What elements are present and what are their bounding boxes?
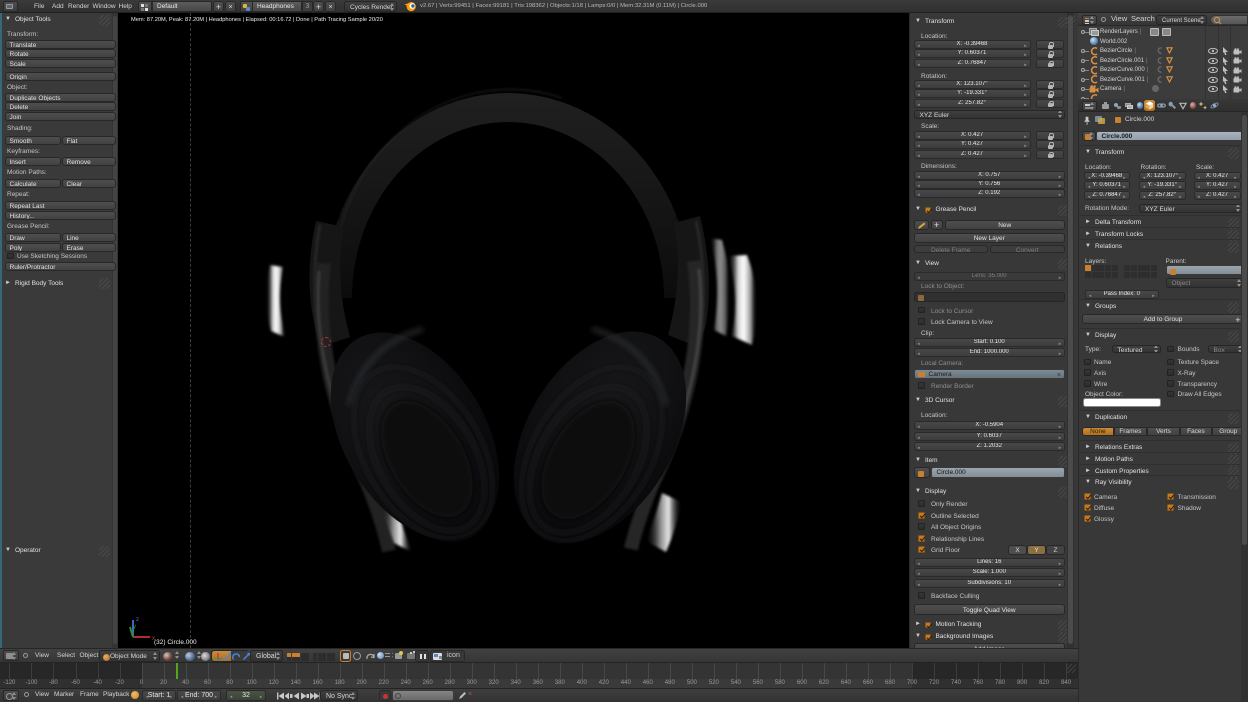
svg-text:y: y <box>133 624 136 630</box>
svg-text:z: z <box>136 617 139 623</box>
svg-text:x: x <box>152 636 155 642</box>
